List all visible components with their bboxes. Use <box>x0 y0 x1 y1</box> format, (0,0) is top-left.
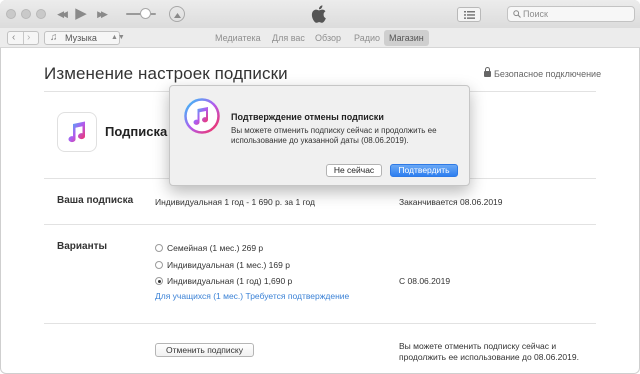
cancel-note: Вы можете отменить подписку сейчас и про… <box>399 341 579 362</box>
individual-monthly-radio[interactable] <box>155 261 163 269</box>
search-input[interactable] <box>523 7 631 21</box>
option-start-date: С 08.06.2019 <box>399 276 451 286</box>
play-icon[interactable]: ▶ <box>74 6 88 22</box>
list-icon <box>464 11 475 19</box>
nav-bar: ‹ › ♫ Музыка ▲▼ Медиатека Для вас Обзор … <box>0 28 640 48</box>
divider <box>44 323 596 324</box>
back-arrow-icon[interactable]: ‹ <box>12 31 15 45</box>
secure-connection-text: Безопасное подключение <box>494 69 602 79</box>
fast-forward-icon[interactable]: ▶▶ <box>93 6 109 22</box>
music-note-icon <box>68 121 86 143</box>
lock-icon <box>484 67 491 77</box>
itunes-window: ◀◀ ▶ ▶▶ ‹ <box>0 0 640 374</box>
student-plan-link[interactable]: Для учащихся (1 мес.) Требуется подтверж… <box>155 291 349 301</box>
zoom-window-button[interactable] <box>36 9 46 19</box>
expiration-date: Заканчивается 08.06.2019 <box>399 197 503 207</box>
divider <box>23 32 24 44</box>
dialog-title: Подтверждение отмены подписки <box>231 112 384 122</box>
your-subscription-label: Ваша подписка <box>57 195 134 206</box>
dialog-message: Вы можете отменить подписку сейчас и про… <box>231 126 437 145</box>
apple-logo-icon <box>311 5 326 23</box>
option-label: Индивидуальная (1 мес.) 169 р <box>167 260 290 270</box>
tab-radio[interactable]: Радио <box>349 30 385 46</box>
music-note-icon: ♫ <box>50 32 58 43</box>
page-title: Изменение настроек подписки <box>44 64 288 83</box>
history-navigation: ‹ › <box>7 31 39 45</box>
media-type-label: Музыка <box>65 33 97 43</box>
search-icon <box>513 10 521 18</box>
minimize-window-button[interactable] <box>21 9 31 19</box>
confirm-button[interactable]: Подтвердить <box>390 164 458 177</box>
title-bar: ◀◀ ▶ ▶▶ <box>0 0 640 28</box>
tab-store[interactable]: Магазин <box>384 30 429 46</box>
volume-slider-knob[interactable] <box>140 8 151 19</box>
tab-for-you[interactable]: Для вас <box>267 30 310 46</box>
tab-library[interactable]: Медиатека <box>210 30 266 46</box>
not-now-button[interactable]: Не сейчас <box>326 164 382 177</box>
media-type-select[interactable]: ♫ Музыка ▲▼ <box>44 31 125 45</box>
search-field[interactable] <box>507 6 635 22</box>
secure-connection-label: Безопасное подключение <box>484 67 602 79</box>
list-view-button[interactable] <box>457 7 481 22</box>
option-label: Семейная (1 мес.) 269 р <box>167 243 264 253</box>
itunes-icon <box>184 98 220 134</box>
option-label: Индивидуальная (1 год) 1,690 р <box>167 276 293 286</box>
apple-music-app-icon <box>57 112 97 152</box>
cancel-subscription-button[interactable]: Отменить подписку <box>155 343 254 357</box>
tab-browse[interactable]: Обзор <box>310 30 346 46</box>
your-subscription-value: Индивидуальная 1 год - 1 690 р. за 1 год <box>155 197 316 207</box>
chevron-updown-icon: ▲▼ <box>111 34 125 41</box>
divider <box>44 224 596 225</box>
individual-yearly-radio[interactable] <box>155 277 163 285</box>
close-window-button[interactable] <box>6 9 16 19</box>
confirm-cancel-dialog: Подтверждение отмены подписки Вы можете … <box>169 85 470 186</box>
forward-arrow-icon[interactable]: › <box>27 31 30 45</box>
options-label: Варианты <box>57 241 108 252</box>
family-monthly-radio[interactable] <box>155 244 163 252</box>
airplay-icon[interactable] <box>169 6 185 22</box>
rewind-icon[interactable]: ◀◀ <box>53 6 69 22</box>
